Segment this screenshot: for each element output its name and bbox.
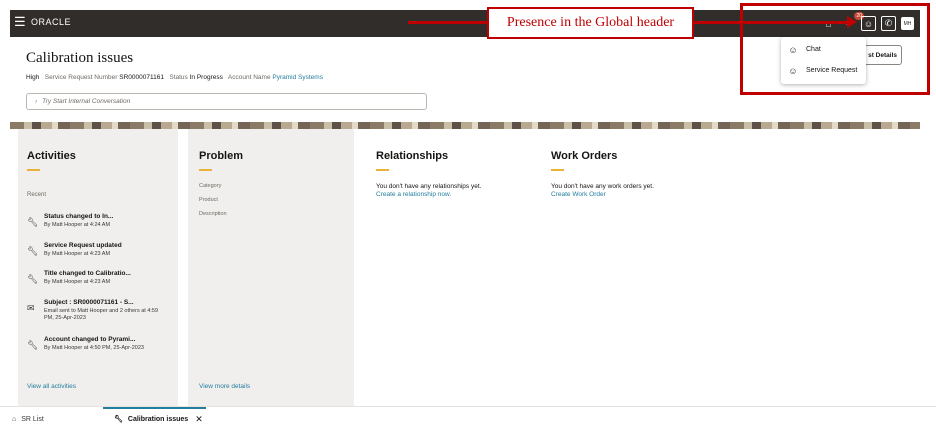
home-icon: ⌂ <box>12 415 17 423</box>
conversation-placeholder: Try Start Internal Conversation <box>42 98 131 105</box>
activity-subtitle: By Matt Hooper at 4:23 AM <box>44 251 111 257</box>
problem-accent <box>199 169 212 171</box>
annotation-line <box>408 21 487 24</box>
menu-item-chat[interactable]: ☺ Chat <box>781 39 866 60</box>
wrench-icon: 🔧︎ <box>114 416 123 423</box>
priority-value: High <box>26 74 40 81</box>
wrench-icon: 🔧︎ <box>27 340 39 350</box>
description-label: Description <box>199 211 227 217</box>
activity-title: Service Request updated <box>44 242 122 249</box>
page: ☰ ORACLE ⌂ ♦20 ☺ ✆ MH Calibration issues… <box>0 0 936 430</box>
conversation-input[interactable]: › Try Start Internal Conversation <box>26 93 427 110</box>
presence-person-icon[interactable]: ☺ <box>861 16 876 31</box>
category-label: Category <box>199 183 222 189</box>
tab-label: SR List <box>21 415 44 423</box>
activities-accent <box>27 169 40 171</box>
status-label: Status <box>169 74 188 81</box>
create-work-order-link[interactable]: Create Work Order <box>551 191 606 198</box>
work-orders-title: Work Orders <box>551 150 618 162</box>
mail-icon: ✉ <box>27 303 35 313</box>
view-all-activities-link[interactable]: View all activities <box>27 383 76 390</box>
menu-item-label: Chat <box>806 46 821 53</box>
tab-sr-list[interactable]: ⌂ SR List <box>12 407 44 430</box>
activity-title: Subject : SR0000071161 - S... <box>44 299 134 306</box>
sr-meta-line: High Service Request Number SR0000071161… <box>26 74 323 81</box>
activity-title: Account changed to Pyrami... <box>44 336 136 343</box>
activity-title: Status changed to In... <box>44 213 114 220</box>
hamburger-menu-icon[interactable]: ☰ <box>14 15 28 29</box>
panels-area: Activities Recent 🔧︎ Status changed to I… <box>10 129 920 406</box>
person-icon: ☺ <box>788 65 798 76</box>
activities-title: Activities <box>27 150 76 162</box>
view-more-details-link[interactable]: View more details <box>199 383 250 390</box>
menu-item-label: Service Request <box>806 67 858 74</box>
account-link[interactable]: Pyramid Systems <box>272 74 323 81</box>
activities-panel: Activities Recent 🔧︎ Status changed to I… <box>18 129 178 406</box>
phone-icon[interactable]: ✆ <box>881 16 896 31</box>
relationships-empty-text: You don't have any relationships yet. <box>376 183 482 190</box>
person-icon: ☺ <box>788 44 798 55</box>
bottom-tab-bar: ⌂ SR List 🔧︎ Calibration issues ✕ <box>0 406 936 430</box>
work-orders-empty-text: You don't have any work orders yet. <box>551 183 654 190</box>
tab-label: Calibration issues <box>127 415 189 423</box>
wrench-icon: 🔧︎ <box>27 246 39 256</box>
sr-number-value: SR0000071161 <box>119 74 164 81</box>
problem-panel: Problem Category Product Description Vie… <box>188 129 354 406</box>
create-relationship-link[interactable]: Create a relationship now. <box>376 191 451 198</box>
wrench-icon: 🔧︎ <box>27 217 39 227</box>
sr-number-label: Service Request Number <box>44 74 118 81</box>
activity-subtitle: By Matt Hooper at 4:50 PM, 25-Apr-2023 <box>44 345 144 351</box>
avatar[interactable]: MH <box>901 17 914 30</box>
annotation-arrow <box>694 21 851 24</box>
account-label: Account Name <box>227 74 271 81</box>
wrench-icon: 🔧︎ <box>27 274 39 284</box>
product-label: Product <box>199 197 218 203</box>
relationships-accent <box>376 169 389 171</box>
annotation-arrowhead <box>847 16 857 28</box>
activity-subtitle: By Matt Hooper at 4:24 AM <box>44 222 111 228</box>
tab-calibration-issues[interactable]: 🔧︎ Calibration issues ✕ <box>114 407 203 430</box>
work-orders-panel: Work Orders You don't have any work orde… <box>531 129 920 406</box>
presence-menu: ☺ Chat ☺ Service Request <box>781 37 866 84</box>
problem-title: Problem <box>199 150 244 162</box>
activity-title: Title changed to Calibratio... <box>44 270 131 277</box>
page-title: Calibration issues <box>26 50 134 66</box>
relationships-title: Relationships <box>376 150 449 162</box>
relationships-panel: Relationships You don't have any relatio… <box>354 129 531 406</box>
oracle-logo: ORACLE <box>31 17 72 27</box>
status-value: In Progress <box>189 74 223 81</box>
recent-label: Recent <box>27 192 47 198</box>
chevron-right-icon: › <box>35 98 38 105</box>
work-orders-accent <box>551 169 564 171</box>
annotation-callout: Presence in the Global header <box>487 7 694 39</box>
close-icon[interactable]: ✕ <box>195 414 203 425</box>
activity-subtitle: By Matt Hooper at 4:23 AM <box>44 279 111 285</box>
menu-item-service-request[interactable]: ☺ Service Request <box>781 60 866 81</box>
activity-subtitle: Email sent to Matt Hooper and 2 others a… <box>44 308 159 321</box>
decorative-banner <box>10 122 920 129</box>
